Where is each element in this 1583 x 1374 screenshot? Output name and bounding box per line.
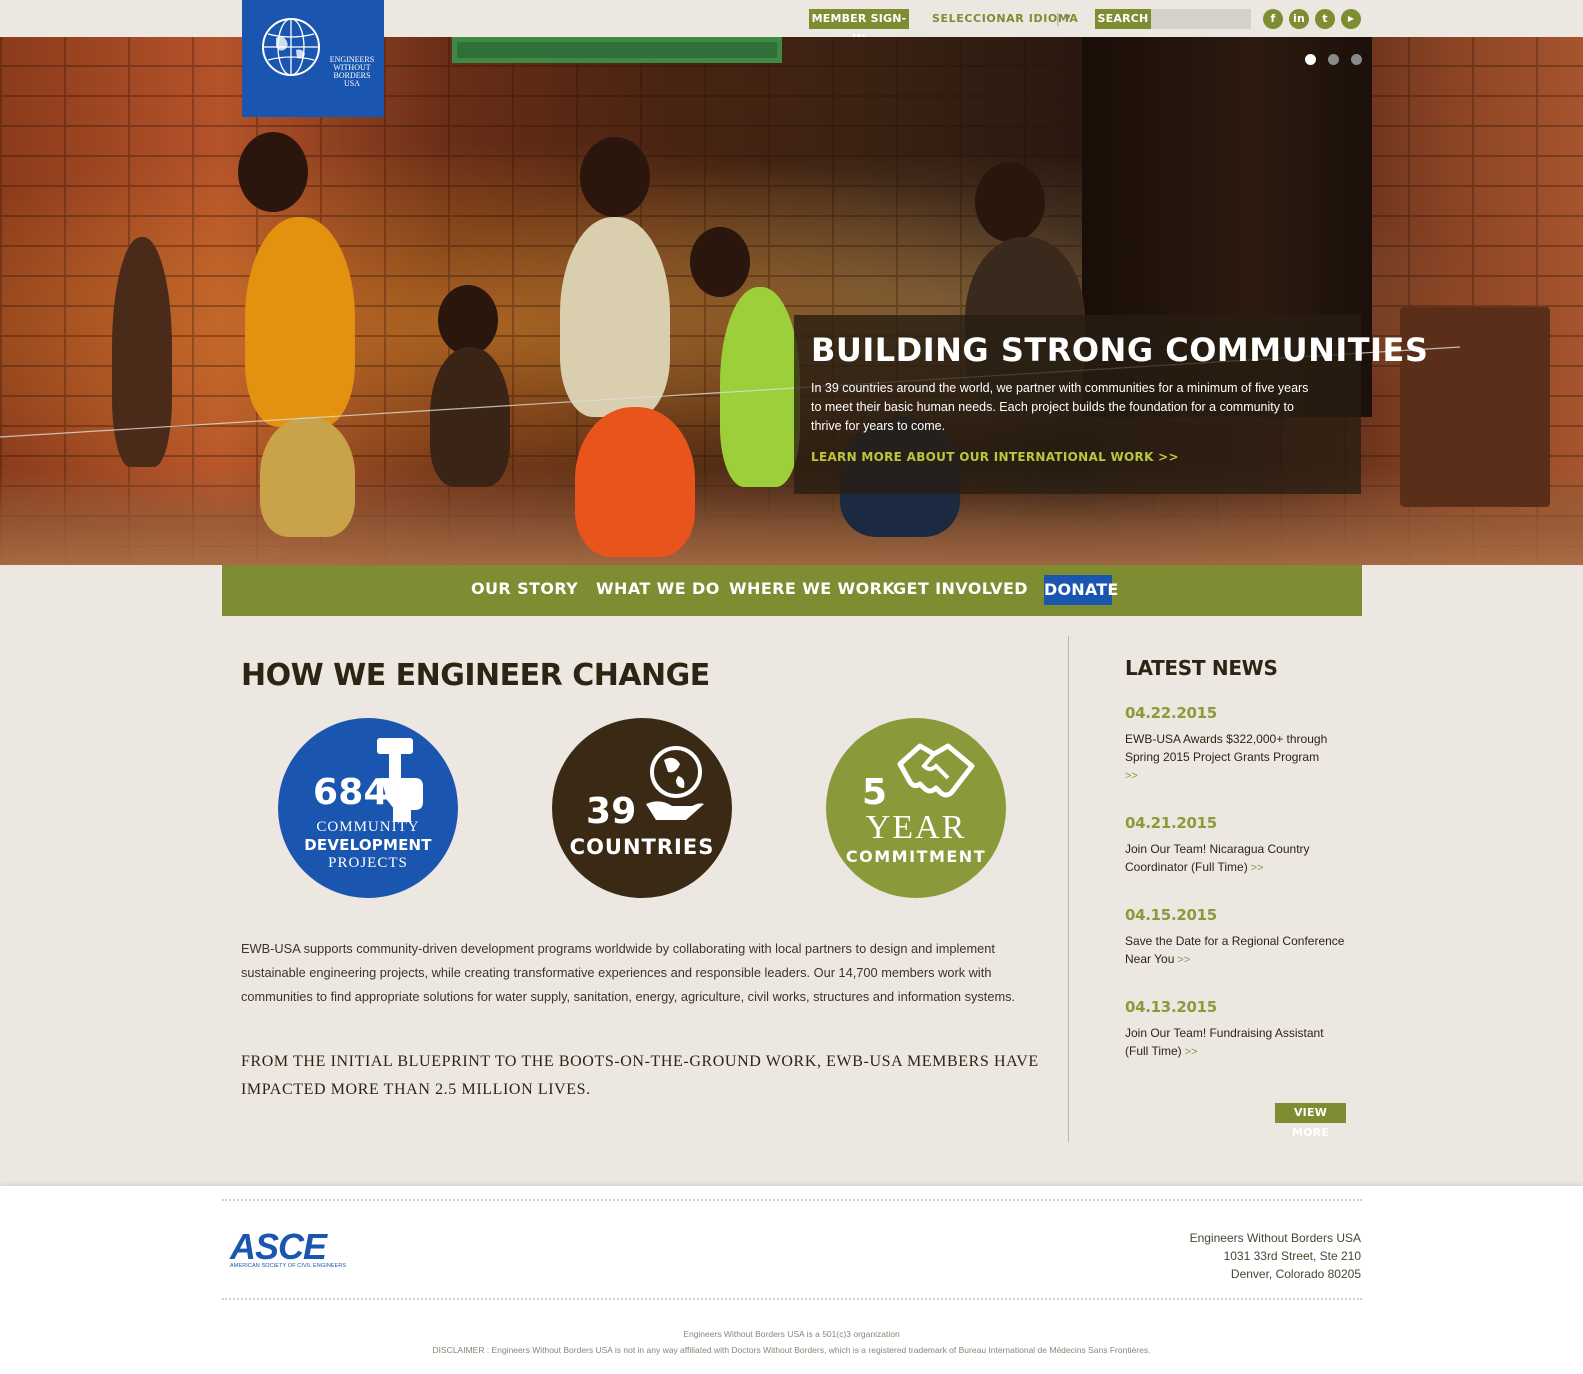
main-nav: OUR STORY WHAT WE DO WHERE WE WORK GET I… (222, 565, 1362, 616)
slide-dot-1[interactable] (1305, 54, 1316, 65)
hammer-hand-icon (377, 738, 423, 822)
asce-logo-subtitle: AMERICAN SOCIETY OF CIVIL ENGINEERS (230, 1263, 347, 1269)
facebook-icon[interactable]: f (1263, 9, 1283, 29)
globe-logo-icon (262, 18, 320, 76)
news-item[interactable]: 04.21.2015 Join Our Team! Nicaragua Coun… (1125, 814, 1350, 877)
news-title: LATEST NEWS (1125, 656, 1278, 680)
language-divider: | (1056, 10, 1060, 26)
footer-divider-top (222, 1199, 1362, 1201)
read-more-arrow: >> (1125, 770, 1138, 782)
footer-divider-bottom (222, 1298, 1362, 1300)
news-headline[interactable]: EWB-USA Awards $322,000+ through Spring … (1125, 730, 1350, 785)
linkedin-icon[interactable]: in (1289, 9, 1309, 29)
news-item[interactable]: 04.22.2015 EWB-USA Awards $322,000+ thro… (1125, 704, 1350, 785)
read-more-arrow: >> (1250, 862, 1264, 874)
view-more-button[interactable]: VIEW MORE (1275, 1103, 1346, 1139)
chevron-down-icon[interactable]: ▼ (1062, 12, 1073, 24)
nav-where-we-work[interactable]: WHERE WE WORK (729, 579, 895, 598)
stat-commitment: 5 YEAR COMMITMENT (826, 718, 1006, 898)
youtube-icon[interactable]: ▶ (1341, 9, 1361, 29)
footer-city: Denver, Colorado 80205 (1230, 1267, 1361, 1281)
stat-number: 5 (862, 772, 888, 813)
section-title: HOW WE ENGINEER CHANGE (241, 658, 710, 693)
news-headline[interactable]: Join Our Team! Fundraising Assistant (Fu… (1125, 1024, 1350, 1061)
logo-text: ENGINEERS WITHOUT BORDERS USA (329, 55, 375, 88)
globe-hand-icon (646, 746, 704, 820)
disclaimer: DISCLAIMER : Engineers Without Borders U… (432, 1345, 1151, 1355)
donate-button[interactable]: DONATE (1044, 575, 1118, 605)
search-button[interactable]: SEARCH (1095, 9, 1151, 29)
nav-what-we-do[interactable]: WHAT WE DO (596, 579, 720, 598)
nav-our-story[interactable]: OUR STORY (471, 579, 578, 598)
stat-projects: 684 COMMUNITY DEVELOPMENT PROJECTS (278, 718, 458, 898)
asce-logo[interactable]: ASCE AMERICAN SOCIETY OF CIVIL ENGINEERS (230, 1226, 347, 1270)
stat-label: COMMUNITY DEVELOPMENT PROJECTS (304, 819, 432, 871)
asce-logo-text: ASCE (230, 1226, 327, 1267)
column-divider (1068, 636, 1069, 1142)
nav-get-involved[interactable]: GET INVOLVED (893, 579, 1028, 598)
slide-dot-3[interactable] (1351, 54, 1362, 65)
member-signin-button[interactable]: MEMBER SIGN-IN (809, 9, 909, 45)
handshake-icon (897, 743, 975, 798)
top-bar: ENGINEERS WITHOUT BORDERS USA MEMBER SIG… (0, 0, 1583, 117)
news-item[interactable]: 04.15.2015 Save the Date for a Regional … (1125, 906, 1350, 969)
ewb-usa-logo[interactable]: ENGINEERS WITHOUT BORDERS USA (242, 0, 384, 117)
stat-countries: 39 COUNTRIES (552, 718, 732, 898)
hero-body: In 39 countries around the world, we par… (811, 381, 1309, 433)
hero-caption: BUILDING STRONG COMMUNITIES In 39 countr… (794, 315, 1428, 494)
news-date: 04.15.2015 (1125, 906, 1217, 924)
footer-org: Engineers Without Borders USA (1189, 1231, 1361, 1245)
nonprofit-notice: Engineers Without Borders USA is a 501(c… (683, 1329, 900, 1339)
news-date: 04.13.2015 (1125, 998, 1217, 1016)
news-headline[interactable]: Join Our Team! Nicaragua Country Coordin… (1125, 840, 1350, 877)
impact-statement: FROM THE INITIAL BLUEPRINT TO THE BOOTS-… (241, 1053, 1039, 1098)
hero-title: BUILDING STRONG COMMUNITIES (811, 331, 1429, 369)
footer-street: 1031 33rd Street, Ste 210 (1223, 1249, 1361, 1263)
read-more-arrow: >> (1184, 1046, 1198, 1058)
learn-more-link[interactable]: LEARN MORE ABOUT OUR INTERNATIONAL WORK … (811, 450, 1179, 464)
footer-address: Engineers Without Borders USA 1031 33rd … (1190, 1229, 1361, 1283)
stat-label: YEAR (865, 809, 967, 846)
hero-slideshow: BUILDING STRONG COMMUNITIES In 39 countr… (0, 37, 1583, 565)
stat-sublabel: COMMITMENT (845, 847, 987, 866)
read-more-arrow: >> (1177, 954, 1191, 966)
twitter-icon[interactable]: t (1315, 9, 1335, 29)
search-input[interactable] (1151, 9, 1251, 29)
stat-number: 39 (586, 791, 637, 832)
about-text: EWB-USA supports community-driven develo… (241, 941, 1016, 1004)
news-date: 04.21.2015 (1125, 814, 1217, 832)
news-headline[interactable]: Save the Date for a Regional Conference … (1125, 932, 1350, 969)
news-item[interactable]: 04.13.2015 Join Our Team! Fundraising As… (1125, 998, 1350, 1061)
slide-dot-2[interactable] (1328, 54, 1339, 65)
stat-label: COUNTRIES (569, 835, 715, 859)
news-date: 04.22.2015 (1125, 704, 1217, 722)
